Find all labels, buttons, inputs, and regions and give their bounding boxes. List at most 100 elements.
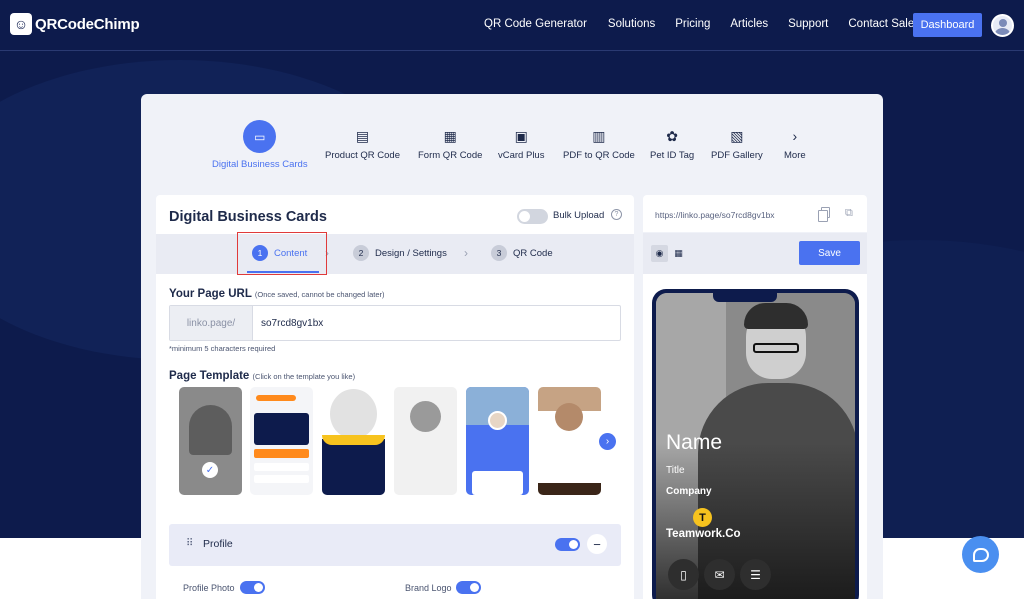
nav-links: QR Code Generator Solutions Pricing Arti… xyxy=(484,18,940,30)
profile-photo-toggle[interactable] xyxy=(240,581,265,594)
bulk-upload-label: Bulk Upload xyxy=(553,210,605,221)
eye-icon[interactable]: ◉ xyxy=(651,245,668,262)
chevron-right-icon: › xyxy=(464,246,468,260)
url-requirement-note: *minimum 5 characters required xyxy=(169,344,276,353)
content-panel: Digital Business Cards Bulk Upload ? 1 C… xyxy=(156,195,634,599)
nav-link-qr-code-generator[interactable]: QR Code Generator xyxy=(484,18,587,30)
brand-logo-toggle[interactable] xyxy=(456,581,481,594)
page-template-hint: (Click on the template you like) xyxy=(252,372,356,381)
form-icon: ▦ xyxy=(443,127,457,144)
url-value[interactable]: so7rcd8gv1bx xyxy=(253,306,323,340)
step-label: QR Code xyxy=(513,247,553,259)
page-url-input[interactable]: linko.page/ so7rcd8gv1bx xyxy=(169,305,621,341)
type-digital-business-cards[interactable]: ▭ Digital Business Cards xyxy=(212,120,308,170)
profile-section-header[interactable]: ⠿ Profile − xyxy=(169,524,621,566)
logo-text: QRCodeChimp xyxy=(35,15,140,33)
template-photo xyxy=(410,401,441,432)
product-icon: ▤ xyxy=(355,127,370,144)
step-number: 2 xyxy=(353,245,369,261)
page-template-title: Page Template (Click on the template you… xyxy=(169,370,355,382)
profile-label: Profile xyxy=(203,538,233,550)
template-band xyxy=(322,439,385,495)
template-card xyxy=(254,413,309,445)
copy-icon[interactable] xyxy=(818,207,830,222)
save-button[interactable]: Save xyxy=(799,241,860,265)
template-thumbnail-3[interactable] xyxy=(322,387,385,495)
highlight-annotation xyxy=(237,232,327,275)
gallery-icon: ▧ xyxy=(730,127,744,144)
template-footer xyxy=(538,483,601,495)
step-qr-code[interactable]: 3 QR Code xyxy=(491,245,553,261)
type-form-qr-code[interactable]: ▦ Form QR Code xyxy=(418,120,482,162)
user-avatar[interactable] xyxy=(991,14,1014,37)
check-icon: ✓ xyxy=(202,462,218,478)
profile-toggle[interactable] xyxy=(555,538,580,551)
preview-title: Title xyxy=(666,465,685,476)
template-photo xyxy=(330,389,377,439)
vcard-icon: ▣ xyxy=(514,127,528,144)
preview-company: Company xyxy=(666,486,712,497)
phone-screen: Name Title Company T Teamwork.Co ▯ ✉ ☰ xyxy=(656,293,855,599)
template-thumbnail-6[interactable] xyxy=(538,387,601,495)
type-vcard-plus[interactable]: ▣ vCard Plus xyxy=(498,120,545,162)
type-pet-id-tag[interactable]: ✿ Pet ID Tag xyxy=(650,120,694,162)
drag-handle-icon[interactable]: ⠿ xyxy=(186,538,193,549)
type-label: vCard Plus xyxy=(498,150,545,161)
brand-logo-label: Brand Logo xyxy=(405,583,452,593)
preview-brand-logo: T xyxy=(693,508,712,527)
mail-icon[interactable]: ✉ xyxy=(704,559,735,590)
type-label: Digital Business Cards xyxy=(212,159,308,170)
template-thumbnail-2[interactable] xyxy=(250,387,313,495)
page-url-title: Your Page URL (Once saved, cannot be cha… xyxy=(169,288,385,300)
step-design-settings[interactable]: 2 Design / Settings xyxy=(353,245,447,261)
external-link-icon[interactable]: ⧉ xyxy=(845,207,853,220)
panel-title: Digital Business Cards xyxy=(169,209,327,225)
preview-person-hair xyxy=(744,303,808,329)
next-templates-arrow-icon[interactable]: › xyxy=(599,433,616,450)
type-label: Product QR Code xyxy=(325,150,400,161)
avatar-body xyxy=(995,28,1010,35)
preview-toolbar: ◉ ▦ Save xyxy=(643,233,867,274)
nav-link-solutions[interactable]: Solutions xyxy=(608,18,655,30)
template-accent xyxy=(322,435,385,445)
template-header xyxy=(256,395,296,401)
page-url-heading: Your Page URL xyxy=(169,288,252,300)
template-photo xyxy=(189,405,232,455)
nav-link-pricing[interactable]: Pricing xyxy=(675,18,710,30)
chevron-right-icon: › xyxy=(792,128,798,144)
template-thumbnail-1[interactable]: ✓ xyxy=(179,387,242,495)
help-icon[interactable]: ? xyxy=(611,209,622,220)
preview-name: Name xyxy=(666,431,723,454)
dashboard-button[interactable]: Dashboard xyxy=(913,13,982,37)
pet-icon: ✿ xyxy=(666,127,678,144)
type-pdf-gallery[interactable]: ▧ PDF Gallery xyxy=(711,120,763,162)
template-thumbnail-5[interactable] xyxy=(466,387,529,495)
preview-url[interactable]: https://linko.page/so7rcd8gv1bx xyxy=(655,210,775,220)
collapse-minus-icon[interactable]: − xyxy=(587,534,607,554)
type-pdf-to-qr-code[interactable]: ▥ PDF to QR Code xyxy=(563,120,635,162)
template-row xyxy=(254,475,309,483)
nav-link-articles[interactable]: Articles xyxy=(730,18,768,30)
nav-link-contact-sales[interactable]: Contact Sales xyxy=(848,18,920,30)
qr-icon[interactable]: ▦ xyxy=(670,245,687,262)
profile-photo-label: Profile Photo xyxy=(183,583,235,593)
template-bar xyxy=(254,449,309,458)
type-product-qr-code[interactable]: ▤ Product QR Code xyxy=(325,120,400,162)
phone-preview: Name Title Company T Teamwork.Co ▯ ✉ ☰ xyxy=(652,289,859,599)
message-icon[interactable]: ☰ xyxy=(740,559,771,590)
chimp-logo-icon: ☺ xyxy=(10,13,32,35)
pdf-icon: ▥ xyxy=(592,127,606,144)
nav-link-support[interactable]: Support xyxy=(788,18,828,30)
brand-logo[interactable]: ☺ QRCodeChimp xyxy=(10,13,140,35)
url-prefix: linko.page/ xyxy=(170,306,253,340)
template-box xyxy=(472,471,523,495)
template-thumbnail-4[interactable] xyxy=(394,387,457,495)
chat-support-button[interactable] xyxy=(962,536,999,573)
type-more[interactable]: › More xyxy=(784,120,806,161)
bulk-upload-toggle[interactable] xyxy=(517,209,548,224)
type-label: PDF to QR Code xyxy=(563,150,635,161)
phone-icon[interactable]: ▯ xyxy=(668,559,699,590)
template-photo xyxy=(555,403,583,431)
qr-type-selector: ▭ Digital Business Cards ▤ Product QR Co… xyxy=(141,120,883,170)
template-row xyxy=(254,463,309,471)
